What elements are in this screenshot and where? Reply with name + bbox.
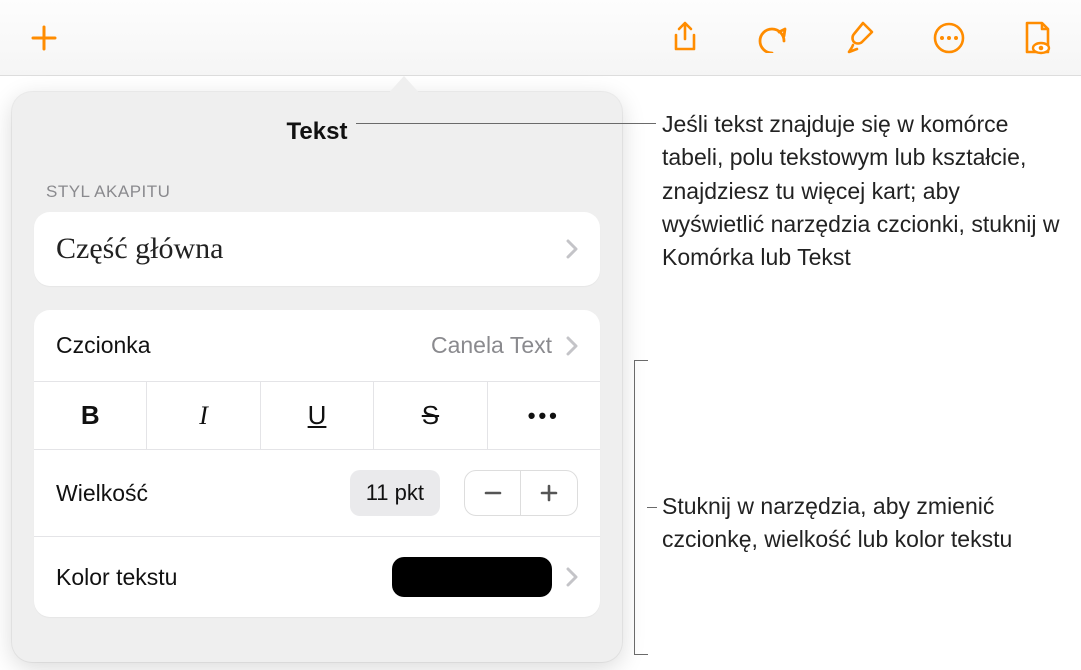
callout-line-bottom bbox=[647, 507, 657, 508]
chevron-right-icon bbox=[566, 336, 578, 356]
format-panel: Tekst STYL AKAPITU Część główna Czcionka… bbox=[12, 92, 622, 662]
panel-title: Tekst bbox=[12, 98, 622, 182]
chevron-right-icon bbox=[566, 239, 578, 259]
bold-button[interactable]: B bbox=[34, 382, 147, 449]
ellipsis-icon: ••• bbox=[528, 403, 560, 429]
size-row: Wielkość 11 pkt bbox=[34, 450, 600, 537]
paragraph-style-section-label: STYL AKAPITU bbox=[12, 182, 622, 212]
text-color-row[interactable]: Kolor tekstu bbox=[34, 537, 600, 617]
format-brush-icon[interactable] bbox=[837, 14, 885, 62]
callout-top: Jeśli tekst znajduje się w komórce tabel… bbox=[662, 108, 1062, 275]
size-decrease-button[interactable] bbox=[465, 471, 521, 515]
size-increase-button[interactable] bbox=[521, 471, 577, 515]
paragraph-style-row[interactable]: Część główna bbox=[34, 212, 600, 286]
font-label: Czcionka bbox=[56, 332, 151, 359]
text-style-row: B I U S ••• bbox=[34, 382, 600, 450]
undo-icon[interactable] bbox=[749, 14, 797, 62]
toolbar bbox=[0, 0, 1081, 76]
size-label: Wielkość bbox=[56, 480, 148, 507]
chevron-right-icon bbox=[566, 567, 578, 587]
text-color-swatch bbox=[392, 557, 552, 597]
document-view-icon[interactable] bbox=[1013, 14, 1061, 62]
more-text-options-button[interactable]: ••• bbox=[488, 382, 600, 449]
text-color-label: Kolor tekstu bbox=[56, 564, 177, 591]
underline-button[interactable]: U bbox=[261, 382, 374, 449]
callout-bottom: Stuknij w narzędzia, aby zmienić czcionk… bbox=[662, 490, 1062, 557]
callout-line-top bbox=[356, 123, 656, 124]
size-stepper bbox=[464, 470, 578, 516]
font-settings-card: Czcionka Canela Text B I U S ••• Wielkoś… bbox=[34, 310, 600, 617]
size-value[interactable]: 11 pkt bbox=[350, 470, 440, 516]
plus-icon[interactable] bbox=[20, 14, 68, 62]
share-icon[interactable] bbox=[661, 14, 709, 62]
font-value: Canela Text bbox=[431, 332, 552, 359]
italic-button[interactable]: I bbox=[147, 382, 260, 449]
strikethrough-button[interactable]: S bbox=[374, 382, 487, 449]
font-row[interactable]: Czcionka Canela Text bbox=[34, 310, 600, 382]
more-icon[interactable] bbox=[925, 14, 973, 62]
popover-arrow bbox=[386, 76, 422, 96]
callout-bracket-bottom bbox=[634, 360, 648, 655]
paragraph-style-name: Część główna bbox=[56, 232, 566, 266]
paragraph-style-card: Część główna bbox=[34, 212, 600, 286]
